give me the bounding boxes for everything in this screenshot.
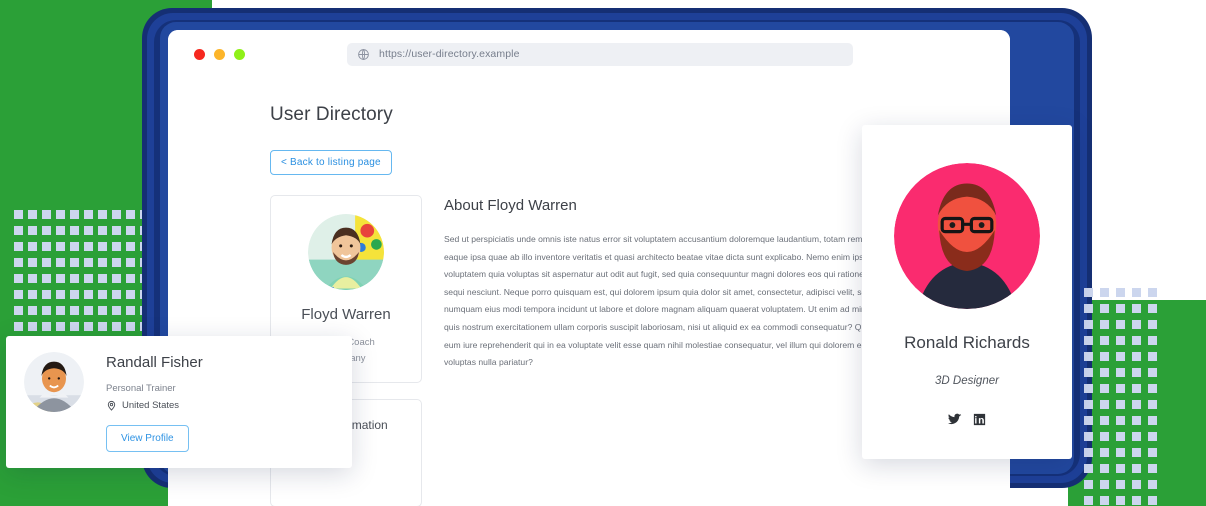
avatar-ronald bbox=[894, 163, 1040, 309]
randall-fisher-card[interactable]: Randall Fisher Personal Trainer United S… bbox=[6, 336, 352, 468]
twitter-icon[interactable] bbox=[947, 412, 962, 427]
avatar-randall bbox=[24, 352, 84, 412]
randall-location: United States bbox=[106, 400, 203, 411]
floyd-name: Floyd Warren bbox=[301, 306, 391, 323]
ronald-role: 3D Designer bbox=[935, 375, 999, 387]
randall-info: Randall Fisher Personal Trainer United S… bbox=[106, 352, 203, 468]
randall-location-text: United States bbox=[122, 400, 180, 411]
url-text[interactable]: https://user-directory.example bbox=[379, 48, 520, 60]
address-bar[interactable]: https://user-directory.example bbox=[347, 42, 853, 66]
back-to-listing-button[interactable]: < Back to listing page bbox=[270, 150, 392, 175]
maximize-window-button[interactable] bbox=[234, 48, 245, 60]
view-profile-button[interactable]: View Profile bbox=[106, 425, 189, 452]
globe-icon bbox=[358, 48, 369, 60]
minimize-window-button[interactable] bbox=[214, 48, 225, 60]
page-title: User Directory bbox=[270, 104, 393, 125]
avatar-floyd bbox=[308, 214, 384, 290]
ronald-richards-card[interactable]: Ronald Richards 3D Designer bbox=[862, 125, 1072, 459]
close-window-button[interactable] bbox=[194, 48, 205, 60]
randall-role: Personal Trainer bbox=[106, 383, 176, 394]
ronald-name: Ronald Richards bbox=[904, 333, 1030, 352]
about-body: Sed ut perspiciatis unde omnis iste natu… bbox=[444, 234, 914, 368]
ronald-socials bbox=[862, 412, 1072, 427]
map-pin-icon bbox=[107, 400, 116, 411]
randall-name: Randall Fisher bbox=[106, 354, 203, 371]
window-traffic-lights[interactable] bbox=[194, 48, 245, 60]
dot-grid-right bbox=[1084, 288, 1164, 506]
browser-toolbar: https://user-directory.example bbox=[168, 30, 1010, 78]
screenshot-root: https://user-directory.example User Dire… bbox=[0, 0, 1206, 506]
linkedin-icon[interactable] bbox=[972, 412, 987, 427]
